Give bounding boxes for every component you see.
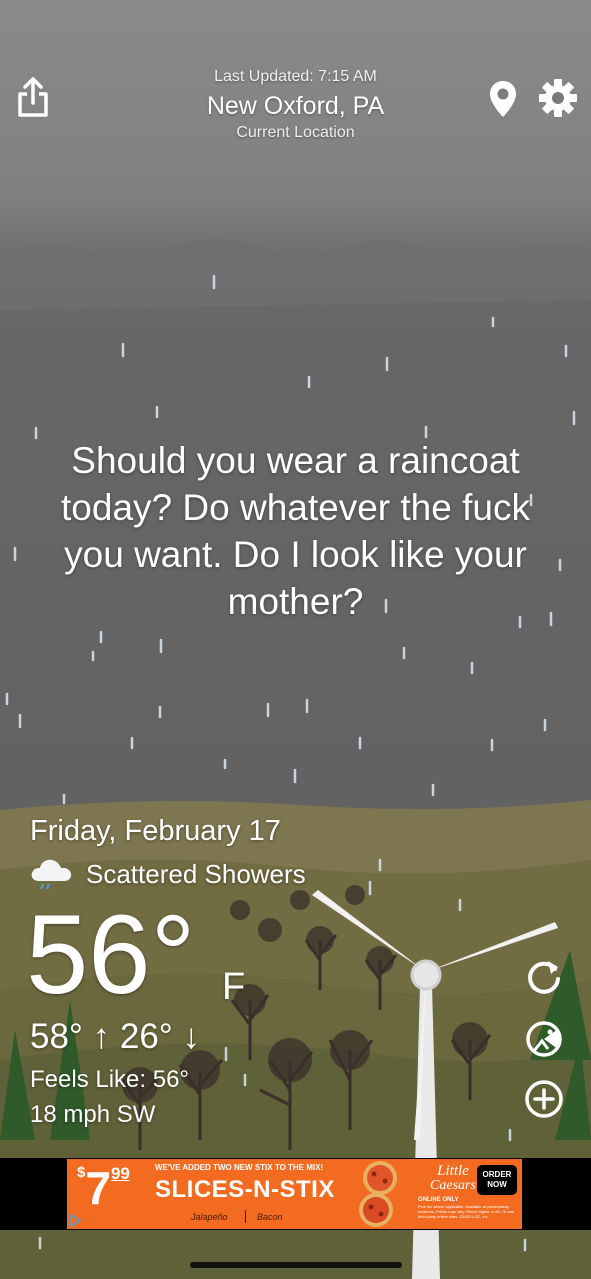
- price-cents: 99: [110, 1164, 130, 1183]
- adchoices-icon[interactable]: [69, 1214, 81, 1227]
- forecast-date: Friday, February 17: [30, 815, 281, 847]
- gear-icon: [539, 79, 577, 117]
- home-indicator[interactable]: [190, 1262, 402, 1268]
- location-button[interactable]: [488, 79, 518, 119]
- condition-text: Scattered Showers: [86, 859, 306, 889]
- temperature-unit[interactable]: F: [222, 966, 245, 1009]
- personality-button[interactable]: [524, 1019, 564, 1059]
- ad-flavor-2: Bacon: [257, 1212, 283, 1222]
- ad-divider: [245, 1210, 246, 1223]
- price-main: 7: [85, 1162, 111, 1214]
- ad-brand-line-1: Little: [437, 1163, 469, 1179]
- high-low-temperature: 58° ↑ 26° ↓: [30, 1017, 201, 1056]
- location-pin-icon: [490, 81, 516, 117]
- plus-circle-icon: [525, 1080, 563, 1118]
- weather-message: Should you wear a raincoat today? Do wha…: [61, 440, 530, 622]
- order-now-button[interactable]: ORDER NOW: [477, 1165, 517, 1195]
- feels-like: Feels Like: 56°: [30, 1066, 190, 1093]
- pizza-image: [359, 1161, 397, 1227]
- ad-headline: WE'VE ADDED TWO NEW STIX TO THE MIX!: [155, 1163, 324, 1172]
- refresh-icon: [528, 961, 560, 994]
- order-now-line-2: NOW: [487, 1180, 507, 1189]
- refresh-button[interactable]: [524, 957, 564, 997]
- settings-button[interactable]: [538, 78, 578, 118]
- current-temperature: 56°: [26, 892, 196, 1017]
- ad-flavor-1: Jalapeño: [191, 1212, 228, 1222]
- add-location-button[interactable]: [524, 1079, 564, 1119]
- wind-speed: 18 mph SW: [30, 1101, 156, 1128]
- ad-brand: Little Caesars: [423, 1164, 483, 1193]
- cloud-rain-icon: [31, 859, 72, 890]
- ad-price: $799: [77, 1165, 130, 1211]
- ad-fine-print: Plus tax where applicable. Available at …: [418, 1204, 515, 1219]
- ad-brand-line-2: Caesars: [430, 1178, 476, 1193]
- ad-product: SLICES-N-STIX: [155, 1176, 335, 1203]
- pacman-icon: [526, 1021, 562, 1057]
- ad-online-only: ONLINE ONLY: [418, 1197, 459, 1203]
- order-now-line-1: ORDER: [482, 1170, 512, 1179]
- ad-creative[interactable]: WE'VE ADDED TWO NEW STIX TO THE MIX! $79…: [67, 1159, 522, 1229]
- location-subtitle: Current Location: [236, 124, 355, 141]
